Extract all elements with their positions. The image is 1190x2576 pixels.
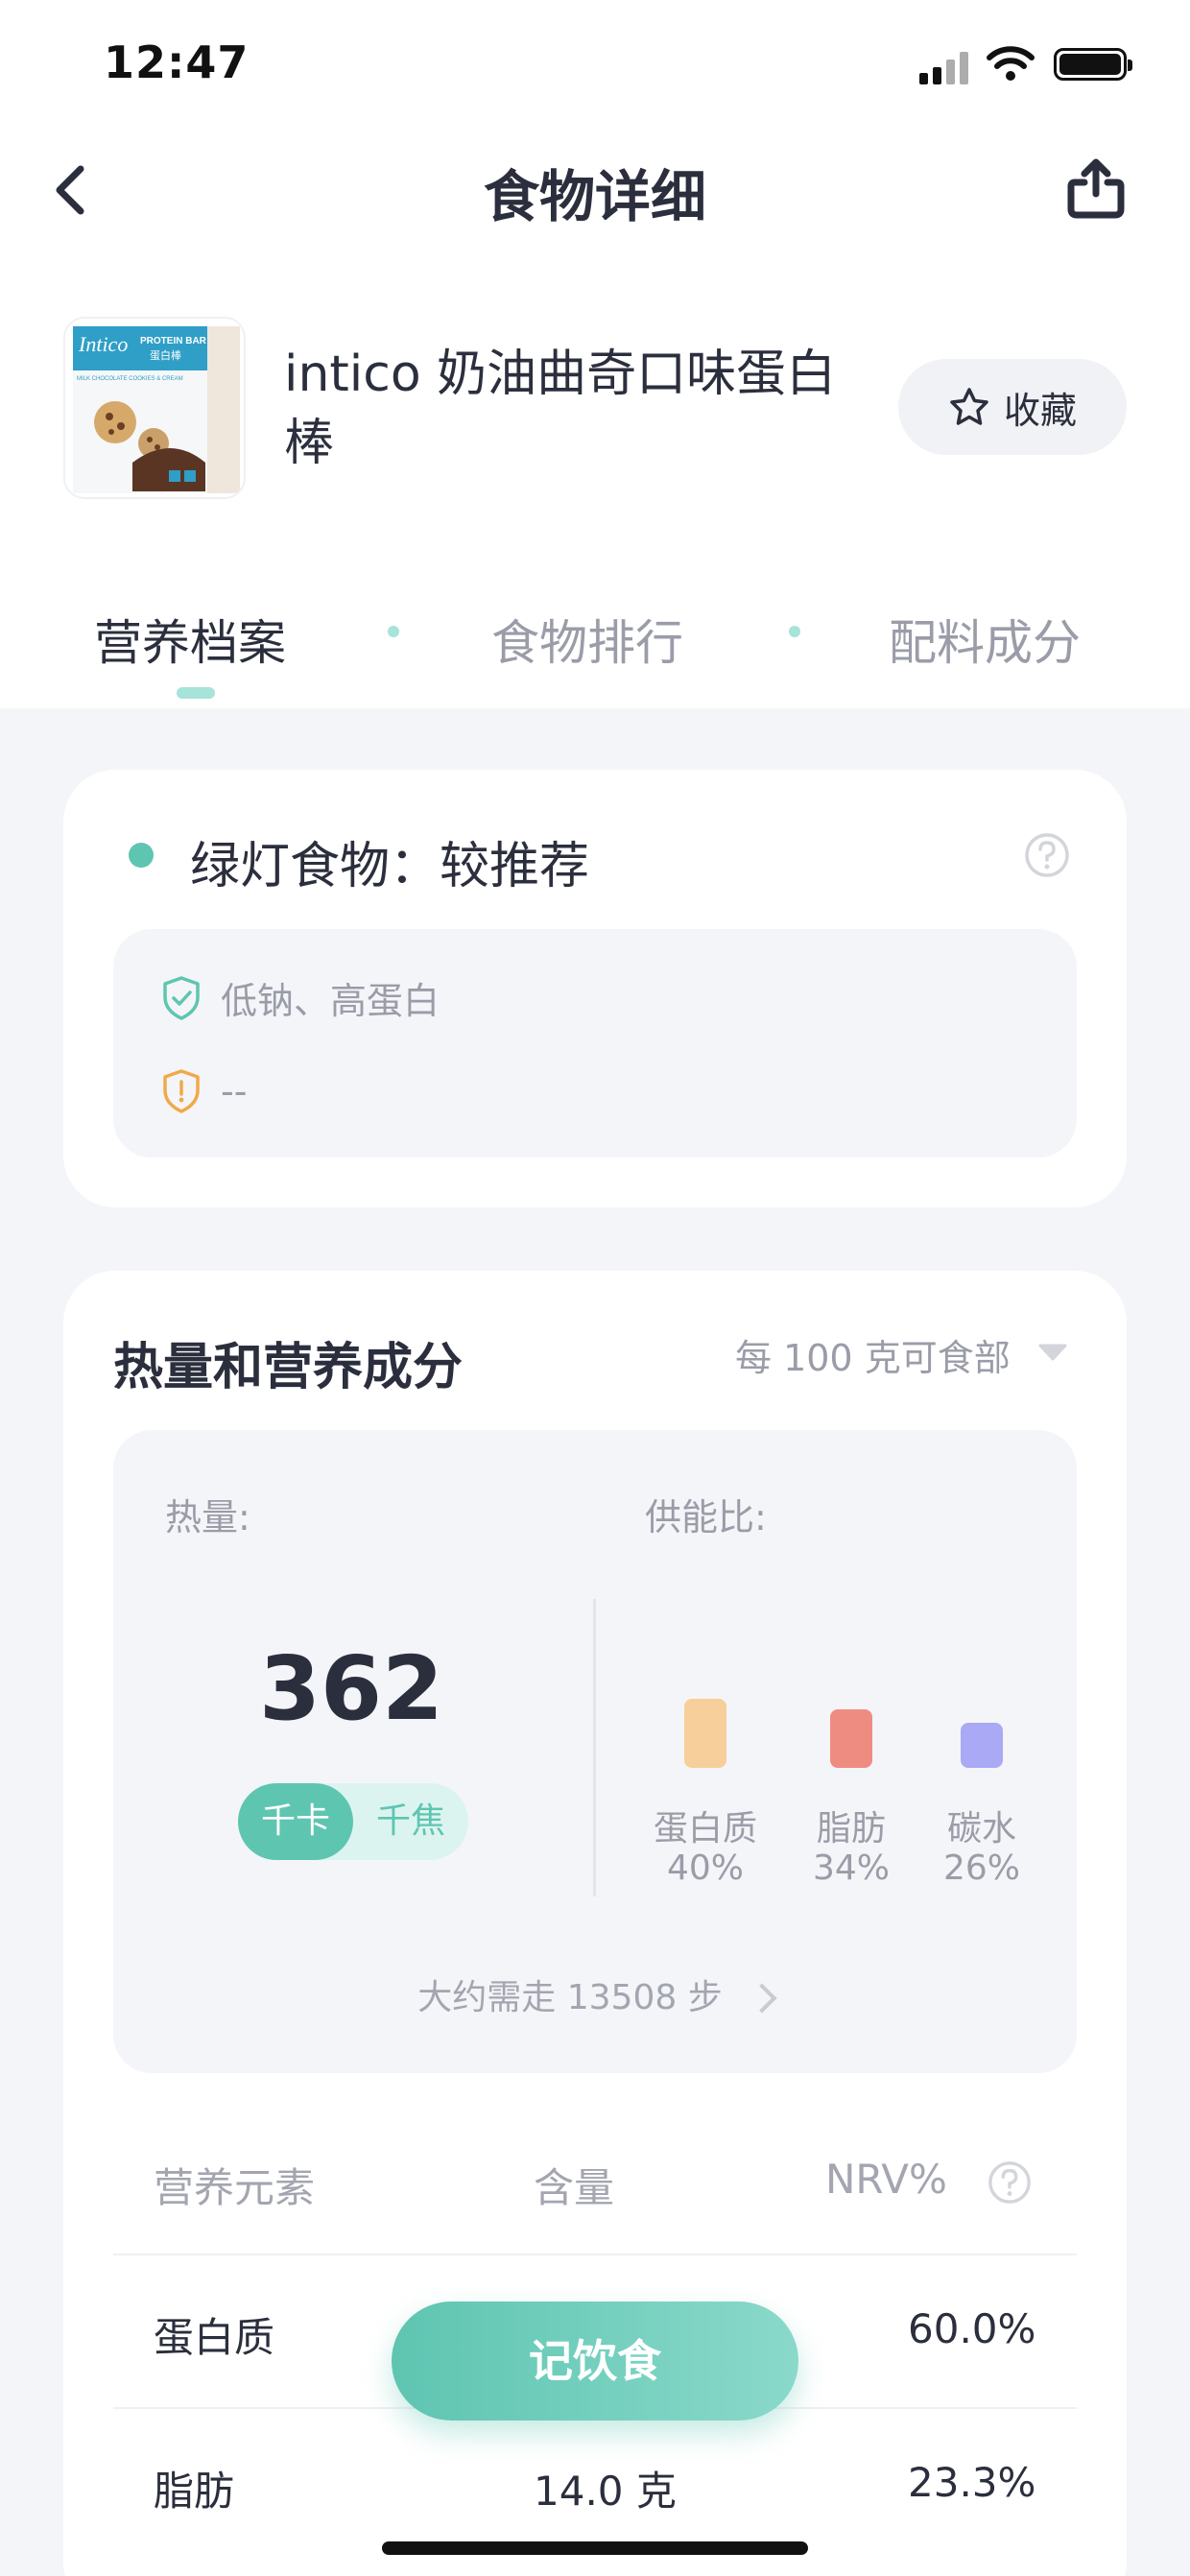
- wifi-icon: [987, 46, 1035, 81]
- table-divider: [113, 2254, 1077, 2255]
- shield-check-icon: [163, 975, 200, 1020]
- energy-label: 热量:: [165, 1496, 250, 1538]
- energy-ratio-label: 供能比:: [645, 1496, 767, 1538]
- macro-fat-bar: [830, 1709, 872, 1768]
- tab-food-ranking[interactable]: 食物排行: [491, 605, 683, 674]
- row-protein-name: 蛋白质: [154, 2314, 275, 2361]
- warning-tags-row: --: [159, 1067, 247, 1115]
- tab-active-indicator: [177, 687, 215, 699]
- macro-carbs-name: 碳水: [946, 1809, 1016, 1849]
- battery-icon: [1054, 48, 1132, 81]
- row-protein-nrv: 60.0%: [908, 2305, 1036, 2352]
- macro-carbs-bar: [961, 1723, 1003, 1768]
- table-header-nutrient: 营养元素: [154, 2164, 316, 2211]
- rating-tags-box: [113, 929, 1077, 1157]
- row-fat-amount: 14.0 克: [534, 2468, 677, 2515]
- row-fat-name: 脂肪: [154, 2468, 235, 2515]
- home-indicator: [382, 2541, 808, 2555]
- panel-divider: [593, 1599, 596, 1896]
- page-title: 食物详细: [483, 164, 706, 229]
- steps-text: 大约需走 13508 步: [417, 1978, 723, 2017]
- chevron-right-icon: [747, 1983, 777, 2014]
- table-header-amount: 含量: [534, 2164, 615, 2211]
- shield-warning-icon: [163, 1069, 200, 1113]
- steps-link[interactable]: 大约需走 13508 步: [0, 1969, 1190, 2019]
- tab-separator: [388, 626, 399, 637]
- package-line3: MILK CHOCOLATE COOKIES & CREAM: [77, 376, 183, 382]
- good-tags-text: 低钠、高蛋白: [221, 980, 440, 1022]
- good-tags-row: 低钠、高蛋白: [159, 971, 440, 1024]
- macro-fat-percent: 34%: [812, 1849, 890, 1888]
- unit-kcal-option[interactable]: 千卡: [238, 1783, 353, 1860]
- tab-ingredients[interactable]: 配料成分: [889, 605, 1081, 674]
- macro-fat: 脂肪 34%: [789, 1699, 914, 1888]
- energy-unit-toggle[interactable]: 千卡 千焦: [238, 1783, 468, 1860]
- macro-carbs-percent: 26%: [942, 1849, 1020, 1888]
- warning-tags-text: --: [221, 1070, 248, 1112]
- serving-unit-selector[interactable]: 每 100 克可食部: [735, 1328, 1011, 1381]
- nrv-help-icon[interactable]: [987, 2159, 1033, 2206]
- share-icon[interactable]: [1063, 155, 1129, 221]
- table-header-nrv: NRV%: [825, 2156, 947, 2203]
- tab-nutrition-profile[interactable]: 营养档案: [94, 605, 286, 674]
- row-fat-nrv: 23.3%: [908, 2459, 1036, 2506]
- macro-protein: 蛋白质 40%: [643, 1699, 768, 1888]
- macro-carbs: 碳水 26%: [919, 1699, 1044, 1888]
- favorite-label: 收藏: [1003, 389, 1077, 432]
- package-line2: 蛋白棒: [150, 348, 181, 362]
- help-icon[interactable]: [1023, 831, 1071, 879]
- food-name: intico 奶油曲奇口味蛋白棒: [284, 346, 837, 472]
- dropdown-triangle-icon[interactable]: [1036, 1342, 1069, 1363]
- package-brand: Intico: [78, 332, 128, 356]
- green-light-indicator: [129, 843, 154, 868]
- energy-value: 362: [258, 1637, 444, 1740]
- food-image: Intico PROTEIN BAR 蛋白棒 MILK CHOCOLATE CO…: [63, 317, 246, 499]
- macro-fat-name: 脂肪: [816, 1809, 886, 1849]
- status-time: 12:47: [104, 36, 250, 88]
- star-icon: [950, 388, 988, 425]
- record-diet-button[interactable]: 记饮食: [392, 2302, 798, 2421]
- rating-title: 绿灯食物：较推荐: [190, 838, 590, 895]
- package-line1: PROTEIN BAR: [140, 336, 207, 346]
- macro-protein-percent: 40%: [666, 1849, 744, 1888]
- macro-protein-bar: [684, 1699, 726, 1768]
- unit-kj-option[interactable]: 千焦: [353, 1783, 468, 1860]
- favorite-button[interactable]: 收藏: [898, 359, 1127, 455]
- tab-separator: [789, 626, 800, 637]
- signal-icon: [919, 50, 969, 84]
- nutrition-title: 热量和营养成分: [113, 1339, 464, 1396]
- macro-protein-name: 蛋白质: [653, 1809, 757, 1849]
